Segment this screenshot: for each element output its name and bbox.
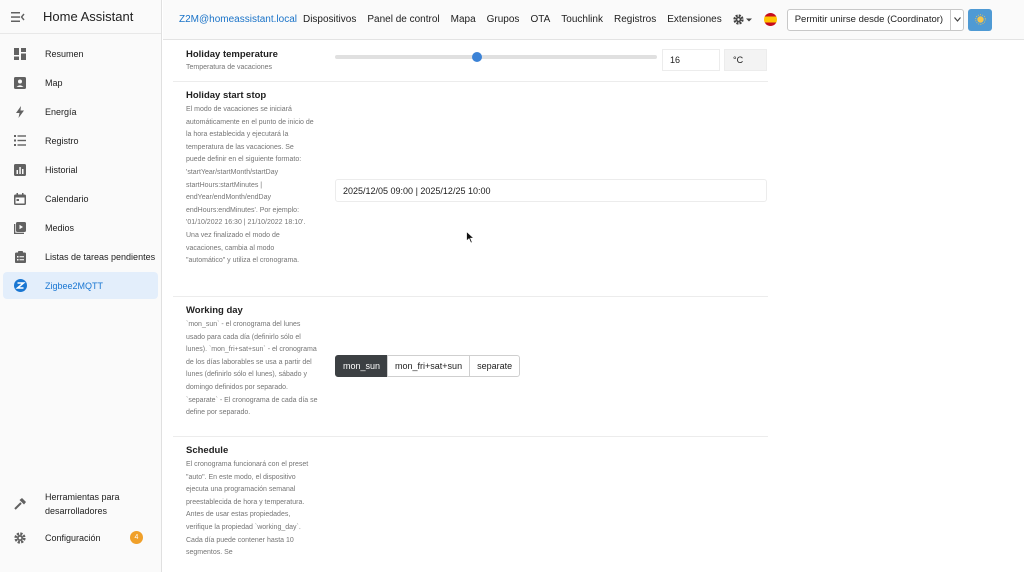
setting-row-schedule: Schedule El cronograma funcionará con el… [173,437,768,572]
nav-extensiones[interactable]: Extensiones [667,14,721,25]
holiday-temperature-input[interactable]: 16 [662,49,720,71]
sidebar-item-energia[interactable]: Energía [3,98,158,125]
nav-mapa[interactable]: Mapa [451,14,476,25]
nav-ota[interactable]: OTA [530,14,550,25]
mouse-cursor-icon [466,231,475,244]
setting-description: `mon_sun` - el cronograma del lunes usad… [186,321,318,417]
setting-label: Holiday temperature Temperatura de vacac… [186,49,326,75]
device-settings-content: Holiday temperature Temperatura de vacac… [163,41,1024,572]
sidebar: Home Assistant Resumen Map Energía Regis… [0,0,162,572]
z2m-brand-link[interactable]: Z2M@homeassistant.local [179,14,297,25]
sidebar-item-listas-de-tareas[interactable]: Listas de tareas pendientes [3,243,158,270]
todo-list-icon [6,250,34,263]
holiday-start-stop-input[interactable]: 2025/12/05 09:00 | 2025/12/25 10:00 [335,179,767,202]
settings-icon [6,531,34,544]
setting-row-holiday-temperature: Holiday temperature Temperatura de vacac… [173,41,768,82]
sun-icon [974,14,986,25]
setting-row-working-day: Working day `mon_sun` - el cronograma de… [173,297,768,437]
sidebar-item-label: Configuración [45,532,101,543]
permit-join-button[interactable]: Permitir unirse desde (Coordinator) [786,8,965,31]
dashboard-icon [6,47,34,60]
sidebar-item-label: Registro [45,135,79,146]
sidebar-item-label: Zigbee2MQTT [45,280,104,291]
setting-title: Holiday start stop [186,90,267,101]
lightning-icon [6,105,34,118]
menu-toggle-button[interactable] [0,0,36,34]
nav-dispositivos[interactable]: Dispositivos [303,14,356,25]
setting-row-holiday-start-stop: Holiday start stop El modo de vacaciones… [173,82,768,297]
caret-down-icon [953,17,961,22]
slider-thumb[interactable] [471,52,482,62]
sidebar-item-registro[interactable]: Registro [3,127,158,154]
sidebar-item-herramientas[interactable]: Herramientas para desarrolladores [3,486,159,522]
sidebar-title: Home Assistant [43,9,134,24]
sidebar-nav: Resumen Map Energía Registro Historial C… [0,40,161,299]
working-day-option-mon-fri-sat-sun[interactable]: mon_fri+sat+sun [387,355,471,377]
media-icon [6,221,34,234]
sidebar-item-label: Resumen [45,48,84,59]
setting-description: El modo de vacaciones se iniciará automá… [186,106,314,265]
working-day-option-separate[interactable]: separate [469,355,521,377]
logbook-icon [6,135,34,146]
sidebar-item-label: Historial [45,164,78,175]
nav-registros[interactable]: Registros [614,14,656,25]
nav-touchlink[interactable]: Touchlink [561,14,603,25]
z2m-nav: Dispositivos Panel de control Mapa Grupo… [303,14,733,25]
sidebar-item-label: Calendario [45,193,89,204]
sidebar-item-zigbee2mqtt[interactable]: Zigbee2MQTT [3,272,158,299]
calendar-icon [6,192,34,205]
sidebar-item-calendario[interactable]: Calendario [3,185,158,212]
working-day-button-group: mon_sun mon_fri+sat+sun separate [335,355,521,377]
holiday-temperature-slider[interactable] [335,52,657,62]
settings-card: Holiday temperature Temperatura de vacac… [173,41,768,572]
setting-label: Holiday start stop El modo de vacaciones… [186,90,314,268]
permit-join-label[interactable]: Permitir unirse desde (Coordinator) [788,9,952,30]
permit-join-dropdown[interactable] [951,10,963,30]
settings-dropdown[interactable] [733,14,752,25]
hammer-icon [6,498,34,510]
sidebar-item-label: Map [45,77,63,88]
sidebar-item-label: Energía [45,106,77,117]
setting-label: Schedule El cronograma funcionará con el… [186,445,314,560]
sidebar-item-historial[interactable]: Historial [3,156,158,183]
menu-icon [11,11,25,22]
app-root: Home Assistant Resumen Map Energía Regis… [0,0,1024,572]
notification-badge: 4 [130,531,143,544]
setting-label: Working day `mon_sun` - el cronograma de… [186,305,320,420]
sidebar-header: Home Assistant [0,0,161,34]
language-flag-icon[interactable] [763,13,777,26]
gear-icon [733,14,744,25]
setting-description: Temperatura de vacaciones [186,64,272,71]
sidebar-item-medios[interactable]: Medios [3,214,158,241]
nav-panel-de-control[interactable]: Panel de control [367,14,439,25]
map-icon [6,76,34,89]
caret-down-icon [745,18,752,21]
z2m-topbar: Z2M@homeassistant.local Dispositivos Pan… [163,0,1024,40]
working-day-option-mon-sun[interactable]: mon_sun [335,355,389,377]
sidebar-bottom: Herramientas para desarrolladores Config… [0,484,162,553]
setting-title: Working day [186,305,243,316]
zigbee-icon [6,279,34,292]
sidebar-item-label: Medios [45,222,75,233]
sidebar-item-label: Listas de tareas pendientes [45,251,156,262]
sidebar-item-resumen[interactable]: Resumen [3,40,158,67]
sidebar-item-label: Herramientas para desarrolladores [45,492,120,516]
nav-grupos[interactable]: Grupos [487,14,520,25]
theme-toggle-button[interactable] [968,8,993,31]
setting-title: Schedule [186,445,229,456]
setting-title: Holiday temperature [186,49,278,60]
history-chart-icon [6,163,34,176]
setting-description: El cronograma funcionará con el preset "… [186,461,309,557]
temperature-unit: °C [724,49,767,71]
sidebar-item-configuracion[interactable]: Configuración 4 [3,524,159,551]
sidebar-item-map[interactable]: Map [3,69,158,96]
